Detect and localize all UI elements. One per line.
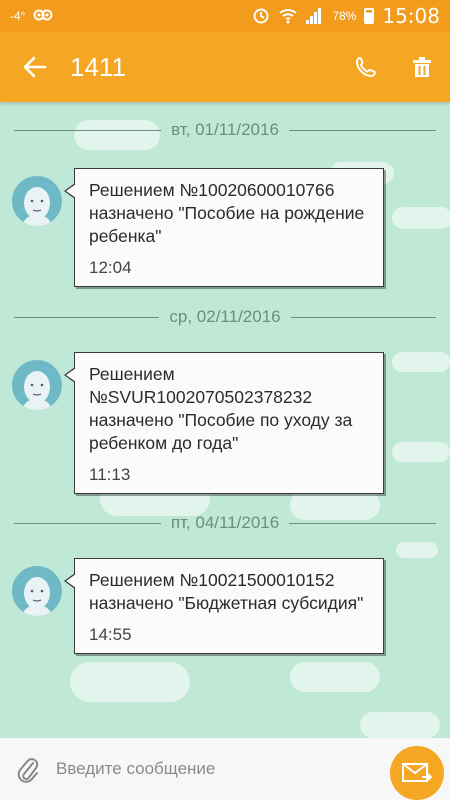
avatar[interactable] [12, 566, 62, 616]
message-time: 14:55 [89, 625, 132, 644]
avatar[interactable] [12, 360, 62, 410]
app-bar: 1411 [0, 32, 450, 102]
attach-button[interactable] [0, 738, 56, 800]
signal-icon [306, 8, 324, 24]
separator-line [14, 522, 161, 524]
date-label: вт, 01/11/2016 [171, 120, 279, 139]
message-text: Решением №SVUR1002070502378232 назначено… [89, 364, 353, 453]
owl-icon [33, 6, 53, 27]
message-item[interactable]: Решением №SVUR1002070502378232 назначено… [12, 352, 392, 494]
separator-line [288, 129, 437, 131]
separator-line [14, 129, 162, 131]
message-time: 11:13 [89, 465, 131, 484]
separator-line [14, 316, 160, 318]
message-item[interactable]: Решением №10021500010152 назначено "Бюдж… [12, 558, 392, 654]
battery-icon [364, 8, 375, 24]
cloud-decoration [360, 712, 440, 738]
paperclip-icon [17, 758, 39, 783]
message-time: 12:04 [89, 258, 132, 277]
date-separator: вт, 01/11/2016 [14, 120, 437, 140]
alarm-icon [252, 6, 270, 27]
message-bubble[interactable]: Решением №10020600010766 назначено "Посо… [64, 168, 384, 287]
delete-button[interactable] [394, 32, 450, 102]
date-separator: ср, 02/11/2016 [14, 307, 437, 327]
cloud-decoration [392, 207, 450, 229]
separator-line [290, 316, 437, 318]
arrow-left-icon [23, 56, 47, 78]
message-bubble[interactable]: Решением №SVUR1002070502378232 назначено… [64, 352, 384, 494]
trash-icon [413, 57, 431, 77]
status-time: 15:08 [382, 4, 440, 28]
date-label: пт, 04/11/2016 [170, 513, 280, 532]
wifi-icon [278, 6, 298, 27]
cloud-decoration [392, 352, 450, 372]
call-button[interactable] [338, 32, 394, 102]
temperature-indicator: -4° [10, 9, 26, 23]
message-text: Решением №10020600010766 назначено "Посо… [89, 180, 365, 246]
send-button[interactable] [390, 746, 444, 800]
status-right: 78% 15:08 [252, 4, 440, 28]
cloud-decoration [396, 542, 438, 558]
status-left: -4° [10, 6, 53, 27]
conversation-area[interactable]: вт, 01/11/2016 Решением №10020600010766 … [0, 102, 450, 738]
back-button[interactable] [0, 32, 70, 102]
conversation-title: 1411 [70, 51, 126, 82]
message-text: Решением №10021500010152 назначено "Бюдж… [89, 570, 364, 613]
message-item[interactable]: Решением №10020600010766 назначено "Посо… [12, 168, 392, 287]
date-separator: пт, 04/11/2016 [14, 513, 436, 533]
date-label: ср, 02/11/2016 [169, 307, 281, 326]
status-bar: -4° 78% 15:08 [0, 0, 450, 32]
message-bubble[interactable]: Решением №10021500010152 назначено "Бюдж… [64, 558, 384, 654]
message-input-bar [0, 738, 450, 800]
avatar[interactable] [12, 176, 62, 226]
cloud-decoration [70, 662, 190, 702]
message-input[interactable] [56, 747, 390, 791]
envelope-send-icon [402, 763, 432, 782]
phone-icon [355, 56, 377, 78]
battery-percent: 78% [332, 9, 357, 23]
cloud-decoration [290, 662, 380, 692]
cloud-decoration [392, 442, 450, 462]
separator-line [289, 522, 436, 524]
